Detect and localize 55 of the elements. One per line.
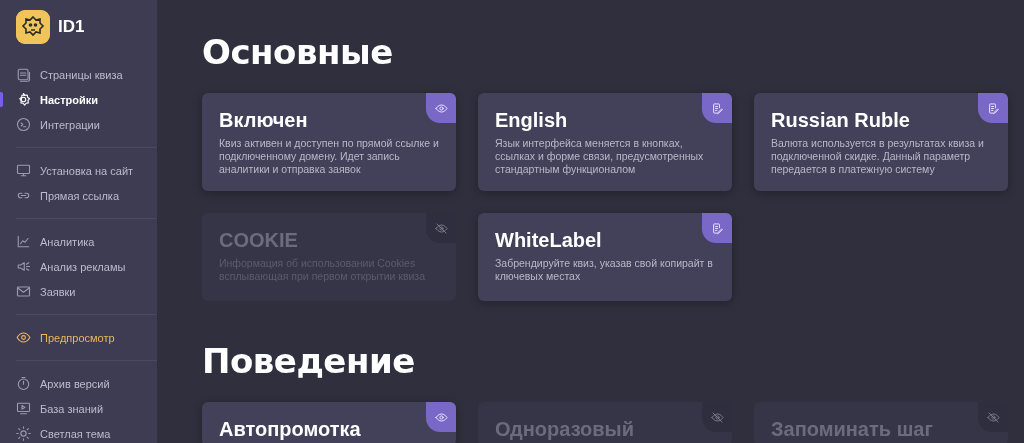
lion-logo-icon xyxy=(16,10,50,44)
document-edit-icon xyxy=(710,101,724,115)
card-title: Russian Ruble xyxy=(771,109,911,132)
section-heading: Основные xyxy=(202,31,394,74)
terminal-circle-icon xyxy=(16,117,31,132)
setting-card[interactable]: English Язык интерфейса меняется в кнопках, ссылках и форме связи, предусмотренных стандартным функционалом xyxy=(478,93,732,191)
chart-line-icon xyxy=(16,234,31,249)
eye-icon xyxy=(434,101,448,115)
sidebar-item[interactable]: Аналитика xyxy=(16,229,139,254)
sidebar-item[interactable]: Анализ рекламы xyxy=(16,254,139,279)
card-corner-button[interactable] xyxy=(702,213,732,243)
video-icon xyxy=(16,401,31,416)
card-title: WhiteLabel xyxy=(495,229,603,252)
card-title: Автопромотка xyxy=(219,418,362,441)
setting-card[interactable]: WhiteLabel Забрендируйте квиз, указав свой копирайт в ключевых местах xyxy=(478,213,732,301)
sidebar-item[interactable]: Предпросмотр xyxy=(16,325,139,350)
megaphone-icon xyxy=(16,259,31,274)
settings-icon xyxy=(16,92,31,107)
sidebar-item[interactable]: Заявки xyxy=(16,279,139,304)
document-edit-icon xyxy=(710,221,724,235)
logo-text: ID1 xyxy=(58,17,85,37)
sidebar-item[interactable]: Прямая ссылка xyxy=(16,183,139,208)
sidebar-item[interactable]: База знаний xyxy=(16,396,139,421)
card-title: Включен xyxy=(219,109,309,132)
sidebar-item[interactable]: Архив версий xyxy=(16,371,139,396)
card-corner-button[interactable] xyxy=(426,402,456,432)
hidden-eye-icon xyxy=(986,410,1000,424)
sidebar-item[interactable]: Установка на сайт xyxy=(16,158,139,183)
hidden-eye-icon xyxy=(434,221,448,235)
card-description: Валюта используется в результатах квиза и подключенной скидке. Данный параметр передается в платежную систему xyxy=(771,137,985,176)
sidebar-item[interactable]: Настройки xyxy=(16,87,139,112)
eye-icon xyxy=(434,410,448,424)
setting-card[interactable]: Russian Ruble Валюта используется в результатах квиза и подключенной скидке. Данный параметр передается в платежную систему xyxy=(754,93,1008,191)
card-description: Забрендируйте квиз, указав свой копирайт в ключевых местах xyxy=(495,257,714,283)
section-heading: Поведение xyxy=(202,340,416,383)
setting-card[interactable]: Автопромотка xyxy=(202,402,456,443)
setting-card[interactable]: Включен Квиз активен и доступен по прямой ссылке и подключенному домену. Идет запись аналитики и отправка заявок xyxy=(202,93,456,191)
card-description: Язык интерфейса меняется в кнопках, ссылках и форме связи, предусмотренных стандартным функционалом xyxy=(495,137,705,176)
sidebar-item[interactable]: Страницы квиза xyxy=(16,62,139,87)
card-title: English xyxy=(495,109,569,132)
eye-icon xyxy=(16,330,31,345)
card-description: Квиз активен и доступен по прямой ссылке и подключенному домену. Идет запись аналитики и отправка заявок xyxy=(219,137,440,176)
active-indicator xyxy=(0,92,3,107)
document-edit-icon xyxy=(986,101,1000,115)
stopwatch-icon xyxy=(16,376,31,391)
sidebar-item[interactable]: Светлая тема xyxy=(16,421,139,443)
envelope-icon xyxy=(16,284,31,299)
card-corner-button[interactable] xyxy=(702,93,732,123)
card-corner-button[interactable] xyxy=(426,93,456,123)
card-corner-button[interactable] xyxy=(978,93,1008,123)
pages-icon xyxy=(16,67,31,82)
monitor-icon xyxy=(16,163,31,178)
sun-icon xyxy=(16,426,31,441)
sidebar-item[interactable]: Интеграции xyxy=(16,112,139,137)
hidden-eye-icon xyxy=(710,410,724,424)
